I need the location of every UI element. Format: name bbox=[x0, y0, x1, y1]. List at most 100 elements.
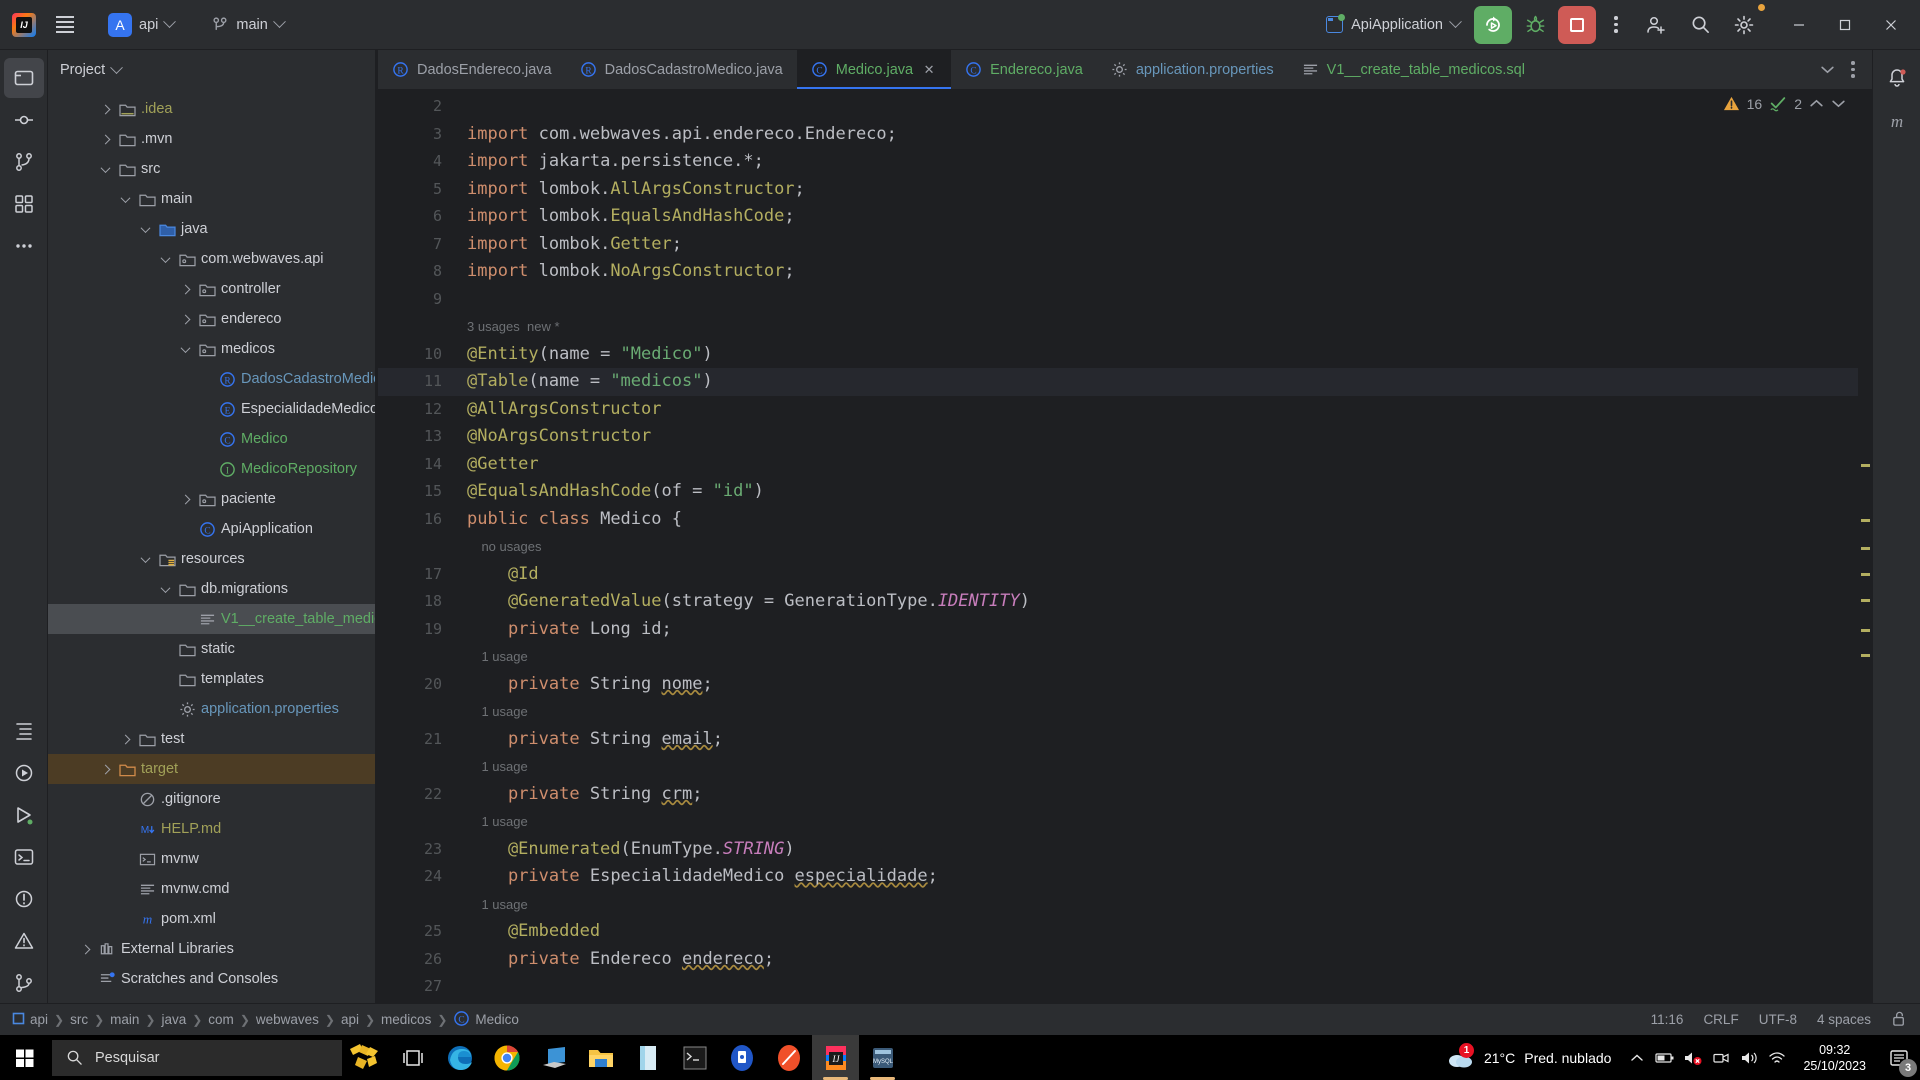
marker-stripe-tick[interactable] bbox=[1861, 547, 1870, 550]
marker-stripe-tick[interactable] bbox=[1861, 573, 1870, 576]
sidebar-item-structure[interactable] bbox=[4, 711, 44, 751]
code-line[interactable]: @Entity(name = "Medico") bbox=[467, 341, 713, 369]
tree-node-medico[interactable]: C Medico bbox=[48, 424, 377, 454]
chevron-up-icon[interactable] bbox=[1809, 96, 1824, 111]
editor-tab-medico-java[interactable]: C Medico.java ✕ bbox=[796, 50, 952, 89]
code-line[interactable]: @NoArgsConstructor bbox=[467, 423, 651, 451]
chevron-down-icon[interactable] bbox=[1831, 96, 1846, 111]
editor-tab-dadoscadastromedico-java[interactable]: R DadosCadastroMedico.java bbox=[566, 50, 797, 89]
tree-node-resources[interactable]: resources bbox=[48, 544, 377, 574]
code-line[interactable]: import lombok.Getter; bbox=[467, 231, 682, 259]
ai-assistant-button[interactable]: m bbox=[1877, 102, 1917, 142]
minimize-button[interactable] bbox=[1776, 0, 1822, 50]
tree-node-mvnw[interactable]: mvnw bbox=[48, 844, 377, 874]
editor-tab-application-properties[interactable]: application.properties bbox=[1097, 50, 1288, 89]
tray-battery-icon-button[interactable] bbox=[1651, 1035, 1679, 1080]
main-menu-icon[interactable] bbox=[48, 8, 82, 42]
sidebar-item-warnings[interactable] bbox=[4, 921, 44, 961]
inspection-widget[interactable]: 16 2 bbox=[1723, 95, 1846, 112]
marker-stripe-tick[interactable] bbox=[1861, 654, 1870, 657]
tree-node-external-libraries[interactable]: External Libraries bbox=[48, 934, 377, 964]
tree-node-apiapplication[interactable]: C ApiApplication bbox=[48, 514, 377, 544]
taskbar-weather-widget[interactable]: 1 21°C Pred. nublado bbox=[1435, 1042, 1623, 1070]
taskbar-app-file-explorer[interactable] bbox=[577, 1035, 624, 1080]
start-button[interactable] bbox=[0, 1035, 50, 1080]
taskbar-app-google-chrome[interactable] bbox=[483, 1035, 530, 1080]
tree-node-main[interactable]: main bbox=[48, 184, 377, 214]
tree-node-templates[interactable]: templates bbox=[48, 664, 377, 694]
tree-node-medicorepository[interactable]: I MedicoRepository bbox=[48, 454, 377, 484]
add-account-button[interactable] bbox=[1636, 5, 1676, 45]
line-separator[interactable]: CRLF bbox=[1703, 1012, 1738, 1027]
breadcrumb-item-main[interactable]: main bbox=[110, 1012, 139, 1027]
file-encoding[interactable]: UTF-8 bbox=[1759, 1012, 1797, 1027]
tree-node-paciente[interactable]: paciente bbox=[48, 484, 377, 514]
panel-resize-handle[interactable] bbox=[375, 50, 377, 1003]
taskbar-app-mysql-workbench[interactable]: MySQL bbox=[859, 1035, 906, 1080]
run-configuration-selector[interactable]: ApiApplication bbox=[1316, 11, 1470, 38]
close-button[interactable] bbox=[1868, 0, 1914, 50]
breadcrumb-item-medicos[interactable]: medicos bbox=[381, 1012, 431, 1027]
code-line[interactable]: private Endereco endereco; bbox=[467, 946, 774, 974]
code-line[interactable]: @GeneratedValue(strategy = GenerationTyp… bbox=[467, 588, 1030, 616]
sidebar-item-run[interactable] bbox=[4, 795, 44, 835]
breadcrumb-item-api[interactable]: api bbox=[341, 1012, 359, 1027]
editor-tab-dadosendereco-java[interactable]: R DadosEndereco.java bbox=[378, 50, 566, 89]
tree-node-static[interactable]: static bbox=[48, 634, 377, 664]
project-panel-header[interactable]: Project bbox=[48, 50, 377, 90]
code-line[interactable]: import lombok.AllArgsConstructor; bbox=[467, 176, 805, 204]
code-line[interactable]: @EqualsAndHashCode(of = "id") bbox=[467, 478, 764, 506]
indent-setting[interactable]: 4 spaces bbox=[1817, 1012, 1871, 1027]
stop-button[interactable] bbox=[1558, 5, 1596, 44]
tree-node-especialidademedico[interactable]: E EspecialidadeMedico bbox=[48, 394, 377, 424]
taskbar-app-notepad[interactable] bbox=[624, 1035, 671, 1080]
tray-volume-button[interactable] bbox=[1735, 1035, 1763, 1080]
taskbar-app-terminal[interactable] bbox=[671, 1035, 718, 1080]
tree-node-dadoscadastromedico[interactable]: R DadosCadastroMedico bbox=[48, 364, 377, 394]
notifications-button[interactable] bbox=[1877, 58, 1917, 98]
cortana-button[interactable] bbox=[342, 1035, 389, 1080]
code-vision-hint[interactable]: 1 usage bbox=[467, 698, 527, 726]
tree-node--mvn[interactable]: .mvn bbox=[48, 124, 377, 154]
maximize-button[interactable] bbox=[1822, 0, 1868, 50]
task-view-button[interactable] bbox=[389, 1035, 436, 1080]
code-line[interactable]: import jakarta.persistence.*; bbox=[467, 148, 764, 176]
code-line[interactable]: @Getter bbox=[467, 451, 539, 479]
debug-button[interactable] bbox=[1516, 6, 1554, 44]
vcs-branch-selector[interactable]: main bbox=[204, 13, 291, 36]
code-line[interactable]: import lombok.NoArgsConstructor; bbox=[467, 258, 795, 286]
tree-node-target[interactable]: target bbox=[48, 754, 377, 784]
sidebar-item-problems[interactable] bbox=[4, 879, 44, 919]
code-line[interactable]: @Embedded bbox=[467, 918, 600, 946]
marker-stripe-tick[interactable] bbox=[1861, 519, 1870, 522]
tree-node-controller[interactable]: controller bbox=[48, 274, 377, 304]
sidebar-item-git[interactable] bbox=[4, 963, 44, 1003]
tab-options-button[interactable] bbox=[1842, 57, 1864, 83]
tray-expand-button[interactable] bbox=[1623, 1035, 1651, 1080]
tray-camera-button[interactable] bbox=[1707, 1035, 1735, 1080]
code-line[interactable]: import lombok.EqualsAndHashCode; bbox=[467, 203, 795, 231]
code-line[interactable] bbox=[467, 93, 477, 121]
tab-close-icon[interactable]: ✕ bbox=[921, 62, 937, 78]
tree-node-java[interactable]: java bbox=[48, 214, 377, 244]
tree-node-v1-create-table-medicos-sql[interactable]: V1__create_table_medicos.sql bbox=[48, 604, 377, 634]
editor-code-pane[interactable]: import com.webwaves.api.endereco.Enderec… bbox=[453, 89, 1872, 1003]
marker-stripe-tick[interactable] bbox=[1861, 629, 1870, 632]
code-vision-hint[interactable]: 3 usages new * bbox=[467, 313, 560, 341]
code-vision-hint[interactable]: no usages bbox=[467, 533, 541, 561]
breadcrumb-item-medico[interactable]: C Medico bbox=[453, 1010, 519, 1030]
marker-stripe-tick[interactable] bbox=[1861, 464, 1870, 467]
breadcrumb-item-java[interactable]: java bbox=[161, 1012, 186, 1027]
sidebar-item-project[interactable] bbox=[3, 58, 44, 98]
tree-node-medicos[interactable]: medicos bbox=[48, 334, 377, 364]
code-line[interactable]: @Table(name = "medicos") bbox=[467, 368, 713, 396]
action-center-button[interactable]: 3 bbox=[1878, 1035, 1920, 1080]
code-vision-hint[interactable]: 1 usage bbox=[467, 891, 527, 919]
editor-tab-endereco-java[interactable]: C Endereco.java bbox=[951, 50, 1097, 89]
tree-node-pom-xml[interactable]: m pom.xml bbox=[48, 904, 377, 934]
code-line[interactable]: private EspecialidadeMedico especialidad… bbox=[467, 863, 938, 891]
breadcrumb-item-src[interactable]: src bbox=[70, 1012, 88, 1027]
tree-node-db-migrations[interactable]: db.migrations bbox=[48, 574, 377, 604]
code-line[interactable] bbox=[467, 286, 477, 314]
sidebar-item-commit[interactable] bbox=[4, 100, 44, 140]
